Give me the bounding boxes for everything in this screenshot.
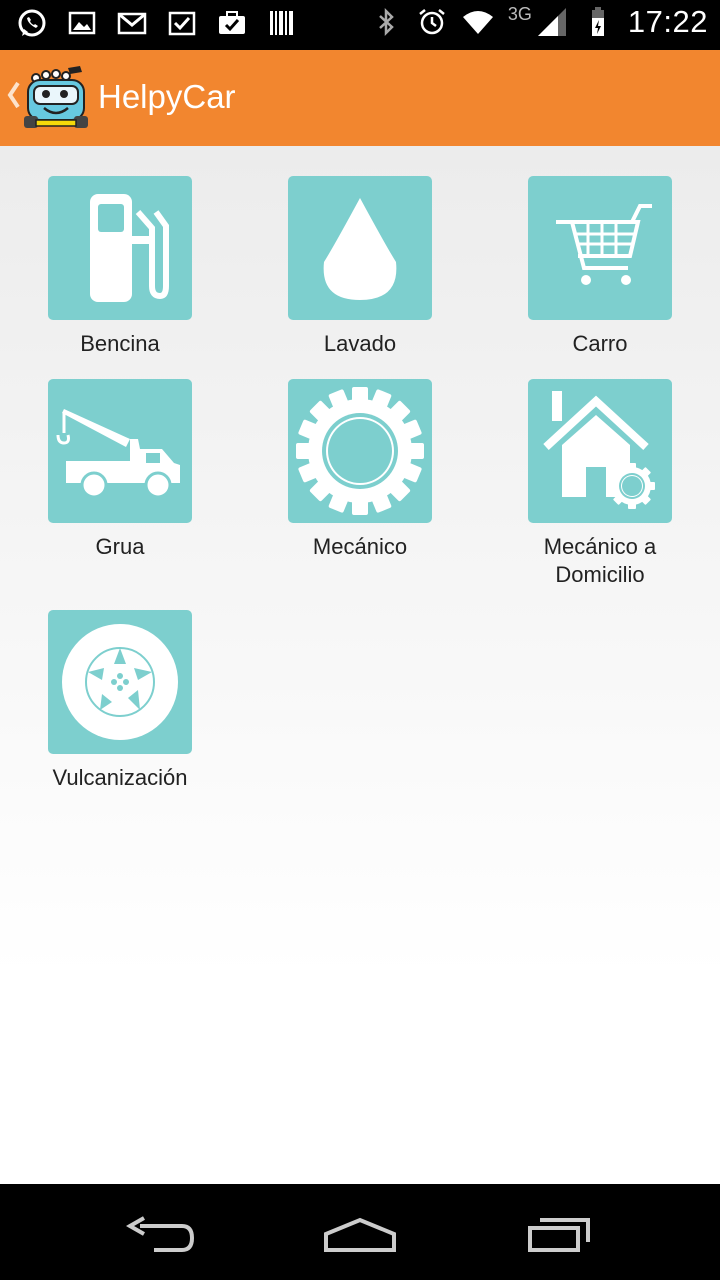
up-navigation-chevron-icon[interactable] [6, 80, 20, 110]
app-title: HelpyCar [98, 78, 236, 115]
battery-icon [582, 6, 614, 38]
system-icons: 3G 17:22 [370, 4, 708, 40]
back-icon [125, 1216, 195, 1252]
helpycar-logo-icon[interactable] [22, 64, 90, 132]
tile-label: Carro [572, 331, 628, 356]
navigation-bar [0, 1184, 720, 1280]
status-bar: 3G 17:22 [0, 0, 720, 50]
tile-lavado[interactable]: Lavado [260, 176, 460, 358]
briefcase-check-icon [216, 7, 248, 39]
home-button[interactable] [320, 1204, 400, 1260]
tile-icon-box[interactable] [288, 379, 432, 523]
category-grid: Bencina Lavado Carro Grua Mecánico Mecán… [0, 146, 720, 1184]
tile-label: Lavado [323, 331, 397, 356]
home-icon [324, 1217, 396, 1252]
tile-label: Vulcanización [52, 765, 188, 790]
tile-icon-box[interactable] [528, 176, 672, 320]
tile-grua[interactable]: Grua [20, 379, 220, 561]
whatsapp-icon [16, 7, 48, 39]
tile-icon-box[interactable] [48, 379, 192, 523]
tire-wheel-icon [62, 624, 178, 740]
tile-icon-box[interactable] [48, 610, 192, 754]
network-type: 3G [507, 3, 532, 24]
tile-carro[interactable]: Carro [500, 176, 700, 358]
notification-icons [16, 7, 298, 39]
fuel-pump-icon [90, 194, 169, 302]
tile-label: Bencina [80, 331, 160, 356]
bluetooth-icon [370, 6, 402, 38]
clock: 17:22 [627, 4, 708, 39]
tile-bencina[interactable]: Bencina [20, 176, 220, 358]
alarm-icon [416, 6, 448, 38]
tile-icon-box[interactable] [288, 176, 432, 320]
gear-icon [296, 387, 424, 515]
tile-label: Mecánico [312, 534, 408, 559]
tow-truck-icon [56, 409, 180, 499]
house-gear-icon [543, 391, 655, 509]
tile-icon-box[interactable] [48, 176, 192, 320]
task-check-icon [166, 7, 198, 39]
gmail-icon [116, 7, 148, 39]
tile-vulcanizacion[interactable]: Vulcanización [20, 610, 220, 792]
gallery-icon [66, 7, 98, 39]
tile-mecanico[interactable]: Mecánico [260, 379, 460, 561]
back-button[interactable] [120, 1204, 200, 1260]
signal-icon [536, 6, 568, 38]
water-drop-icon [323, 198, 397, 300]
barcode-icon [266, 7, 298, 39]
tile-icon-box[interactable] [528, 379, 672, 523]
tile-label: Mecánico a Domicilio [543, 534, 657, 587]
recent-apps-button[interactable] [520, 1204, 600, 1260]
shopping-cart-icon [556, 204, 652, 285]
wifi-icon [462, 6, 494, 38]
tile-label: Grua [95, 534, 145, 559]
recent-apps-icon [528, 1218, 590, 1252]
action-bar: HelpyCar [0, 50, 720, 146]
tile-mecanico-a-domicilio[interactable]: Mecánico a Domicilio [500, 379, 700, 589]
